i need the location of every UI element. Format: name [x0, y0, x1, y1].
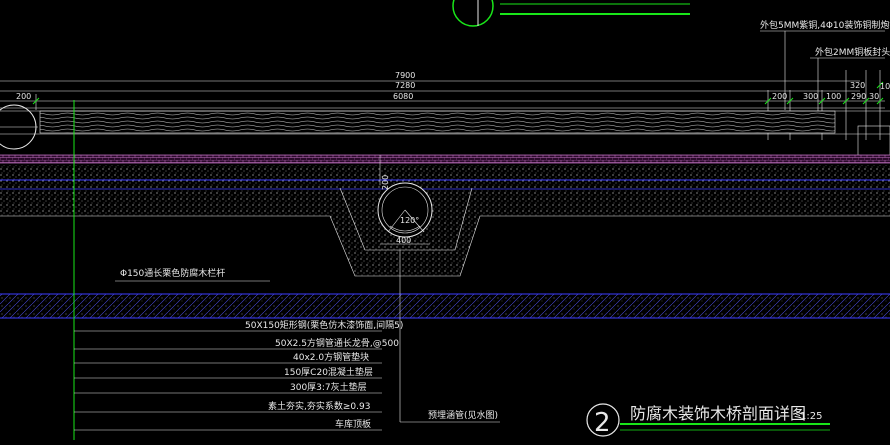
layer-label-4: 150厚C20混凝土垫层: [284, 366, 373, 378]
section-drawing: 7900 7280 6080 200 200 300 100 320 290 3…: [0, 0, 890, 440]
gravel-layer: [0, 165, 890, 276]
layer-item: 300厚3:7灰土垫层: [74, 381, 382, 394]
brick-strip: [0, 155, 890, 163]
dim-right-100: 100: [826, 92, 841, 101]
deck-boards: [39, 110, 836, 134]
layer-label-1: 50X150矩形钢(栗色仿木漆饰面,间隔5): [245, 319, 403, 331]
layer-label-2: 50X2.5方钢管通长龙骨,@500: [275, 337, 399, 349]
callout-copper-cap: 外包2MM铜板封头: [815, 46, 890, 58]
layer-item: 50X150矩形钢(栗色仿木漆饰面,间隔5): [74, 319, 403, 332]
detail-number: 2: [594, 408, 611, 438]
title-block: 2 防腐木装饰木桥剖面详图 1:25: [586, 403, 830, 438]
dim-right-10: 10: [880, 82, 890, 91]
layer-labels: 50X150矩形钢(栗色仿木漆饰面,间隔5) 50X2.5方钢管通长龙骨,@50…: [74, 319, 403, 431]
rail-circle: [0, 104, 38, 150]
drawing-title: 防腐木装饰木桥剖面详图: [630, 404, 806, 423]
dim-6080: 6080: [393, 92, 413, 101]
layer-item: 素土夯实,夯实系数≥0.93: [74, 400, 382, 413]
layer-item: 50X2.5方钢管通长龙骨,@500: [74, 337, 399, 350]
dim-pipe-200: 200: [381, 175, 390, 190]
cad-drawing-canvas: 7900 7280 6080 200 200 300 100 320 290 3…: [0, 0, 890, 445]
top-detail-bubble: [452, 0, 690, 27]
layer-label-5: 300厚3:7灰土垫层: [290, 381, 367, 393]
dim-right-290: 290: [851, 92, 866, 101]
layer-item: 40x2.0方钢管垫块: [74, 351, 382, 364]
layer-label-7: 车库顶板: [335, 418, 371, 430]
layer-label-3: 40x2.0方钢管垫块: [293, 351, 369, 363]
drawing-scale: 1:25: [800, 411, 822, 422]
dim-right-320: 320: [850, 81, 865, 90]
layer-item: 150厚C20混凝土垫层: [74, 366, 382, 379]
callout-drain: 预埋涵管(见水图): [428, 409, 498, 421]
dim-7900: 7900: [395, 71, 415, 80]
soil-layer: [0, 294, 890, 318]
dim-right-30: 30: [869, 92, 879, 101]
layer-label-6: 素土夯实,夯实系数≥0.93: [268, 400, 370, 412]
dim-7280: 7280: [395, 81, 415, 90]
callout-copper-wrap: 外包5MM紫铜,4Φ10装饰铜制炮钉: [760, 19, 890, 31]
dim-pipe-400: 400: [396, 236, 411, 245]
dim-right-300: 300: [803, 92, 818, 101]
dim-left-200: 200: [16, 92, 31, 101]
layer-item: 车库顶板: [74, 418, 382, 431]
callout-rail: Φ150通长栗色防腐木栏杆: [120, 267, 225, 279]
dim-pipe-angle: 120°: [400, 216, 419, 225]
end-cap: [857, 125, 890, 157]
